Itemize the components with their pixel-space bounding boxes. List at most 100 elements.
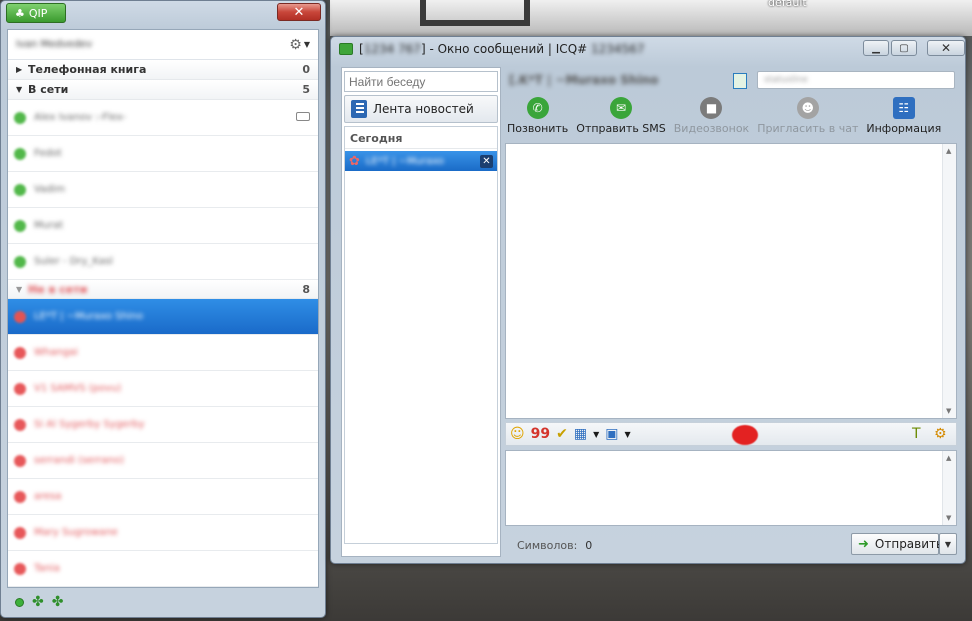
conversation-list: Сегодня ✿ LE*T | ~Muraxo ✕ xyxy=(344,126,498,544)
conversation-item[interactable]: ✿ LE*T | ~Muraxo ✕ xyxy=(345,151,497,171)
send-sms-button[interactable]: ✉ Отправить SMS xyxy=(572,97,669,141)
redaction-mark xyxy=(732,425,758,445)
arrow-right-icon: ➜ xyxy=(858,536,869,552)
maximize-button[interactable]: ▢ xyxy=(891,40,917,56)
offline-status-icon xyxy=(14,418,26,431)
close-icon: ✕ xyxy=(293,4,305,20)
account-name: Ivan Medvedev xyxy=(16,39,93,50)
close-button[interactable]: ✕ xyxy=(927,40,965,56)
calendar-icon[interactable]: ▦ xyxy=(574,426,587,442)
contact-item[interactable]: Si Al Sygerby Sygerby xyxy=(8,407,318,443)
smiley-icon[interactable]: ☺ xyxy=(510,426,525,442)
news-feed-label: Лента новостей xyxy=(373,102,474,116)
gear-icon: ⚙ xyxy=(289,36,302,53)
news-feed-icon xyxy=(351,100,367,118)
contact-name: V1 SAMVS (povu) xyxy=(34,383,122,394)
message-history[interactable]: ▲ ▼ xyxy=(505,143,957,419)
contact-item[interactable]: Vadim xyxy=(8,172,318,208)
qip-menu-button[interactable]: ♣ QIP xyxy=(6,3,66,23)
maximize-icon: ▢ xyxy=(899,42,909,54)
online-status-button[interactable] xyxy=(15,597,24,607)
online-status-icon xyxy=(14,255,26,268)
contact-item[interactable]: Alex Ivanov :-Flex- xyxy=(8,100,318,136)
status-text: statusline xyxy=(764,75,808,85)
title-text: ] - Окно сообщений | ICQ# xyxy=(420,42,588,56)
group-online[interactable]: ▼ В сети 5 xyxy=(8,80,318,100)
send-sms-label: Отправить SMS xyxy=(576,122,666,135)
contact-item[interactable]: Suler - Dry_Kasl xyxy=(8,244,318,280)
chevron-down-icon[interactable]: ▼ xyxy=(593,430,599,439)
qip-close-button[interactable]: ✕ xyxy=(277,3,321,21)
contact-item[interactable]: Whangai xyxy=(8,335,318,371)
search-conversation-input[interactable] xyxy=(344,71,498,92)
invite-to-chat-button[interactable]: ☻ Пригласить в чат xyxy=(753,97,862,141)
news-feed-button[interactable]: Лента новостей xyxy=(344,95,498,123)
offline-status-icon xyxy=(14,346,26,359)
send-button[interactable]: ➜ Отправить xyxy=(851,533,943,555)
notes-icon[interactable] xyxy=(733,73,747,89)
settings-menu-button[interactable]: ⚙ ▼ xyxy=(289,37,310,53)
sms-icon: ✉ xyxy=(610,97,633,119)
video-call-button[interactable]: ■ Видеозвонок xyxy=(670,97,753,141)
chevron-right-icon: ▶ xyxy=(16,65,23,74)
check-folder-icon[interactable]: ✔ xyxy=(556,426,568,442)
qip-status-bar: ✤ ✤ xyxy=(7,590,319,614)
conversation-name: LE*T | ~Muraxo xyxy=(365,155,444,167)
desktop-corner-text: default xyxy=(768,0,807,9)
scroll-up-icon[interactable]: ▲ xyxy=(946,454,951,462)
history-scrollbar[interactable]: ▲ ▼ xyxy=(942,144,956,418)
offline-status-icon xyxy=(14,382,26,395)
contact-item[interactable]: V1 SAMVS (povu) xyxy=(8,371,318,407)
video-call-icon: ■ xyxy=(700,97,723,119)
group-offline[interactable]: ▼ Не в сети 8 xyxy=(8,280,318,299)
online-status-icon xyxy=(14,183,26,196)
chevron-down-icon: ▼ xyxy=(303,40,310,49)
status-text-field: statusline xyxy=(757,71,955,89)
desktop-background-frame xyxy=(420,0,530,26)
message-window-title: [1234 767] - Окно сообщений | ICQ# 12345… xyxy=(359,42,644,56)
offline-status-icon xyxy=(14,526,26,539)
scroll-up-icon[interactable]: ▲ xyxy=(946,147,951,155)
contact-item[interactable]: Murat xyxy=(8,208,318,244)
chat-contact-name: [.K*T | ~Muraxo Shino xyxy=(509,73,659,87)
contact-name: serrandi (serrano) xyxy=(34,455,124,466)
qip-logo-icon: ♣ xyxy=(15,6,25,20)
invite-icon: ☻ xyxy=(796,97,819,119)
text-format-icon[interactable]: T xyxy=(912,426,921,442)
scroll-down-icon[interactable]: ▼ xyxy=(946,407,951,415)
scroll-down-icon[interactable]: ▼ xyxy=(946,514,951,522)
char-count-value: 0 xyxy=(585,538,593,552)
contact-name: Fedot xyxy=(34,148,62,159)
offline-status-icon xyxy=(14,454,26,467)
chat-window-icon xyxy=(339,43,353,55)
conversations-pane: Лента новостей Сегодня ✿ LE*T | ~Muraxo … xyxy=(341,67,501,557)
call-button[interactable]: ✆ Позвонить xyxy=(503,97,572,141)
input-scrollbar[interactable]: ▲ ▼ xyxy=(942,451,956,525)
qip-contact-list-window: ♣ QIP ✕ Ivan Medvedev ⚙ ▼ ▶ Телефонная к… xyxy=(0,0,326,618)
gear-icon[interactable]: ⚙ xyxy=(934,426,947,442)
contact-item[interactable]: aresa xyxy=(8,479,318,515)
message-input[interactable]: ▲ ▼ xyxy=(505,450,957,526)
chevron-down-icon[interactable]: ▼ xyxy=(624,430,630,439)
qip-status-icon[interactable]: ✤ xyxy=(52,594,64,610)
quote-icon[interactable]: 99 xyxy=(531,426,550,442)
close-conversation-button[interactable]: ✕ xyxy=(480,154,493,168)
contact-item[interactable]: Mary Sugrowane xyxy=(8,515,318,551)
send-file-icon[interactable]: ▣ xyxy=(605,426,618,442)
group-count: 8 xyxy=(302,282,310,296)
formatting-toolbar: ☺ 99 ✔ ▦ ▼ ▣ ▼ T ⚙ xyxy=(505,422,957,446)
information-button[interactable]: ☷ Информация xyxy=(862,97,945,141)
account-header: Ivan Medvedev ⚙ ▼ xyxy=(8,30,318,60)
contact-item[interactable]: Fedot xyxy=(8,136,318,172)
contact-item[interactable]: Tania xyxy=(8,551,318,587)
chat-pane: [.K*T | ~Muraxo Shino statusline ✆ Позво… xyxy=(503,65,961,559)
minimize-button[interactable]: ▁ xyxy=(863,40,889,56)
close-icon: ✕ xyxy=(482,155,491,167)
char-count-label: Символов: xyxy=(517,538,578,552)
contact-item[interactable]: serrandi (serrano) xyxy=(8,443,318,479)
contact-item-selected[interactable]: LE*T | ~Muraxo Shino xyxy=(8,299,318,335)
send-options-button[interactable]: ▼ xyxy=(939,533,957,555)
group-phonebook[interactable]: ▶ Телефонная книга 0 xyxy=(8,60,318,80)
icq-flower-icon: ✿ xyxy=(349,153,360,169)
icq-status-icon[interactable]: ✤ xyxy=(32,594,44,610)
